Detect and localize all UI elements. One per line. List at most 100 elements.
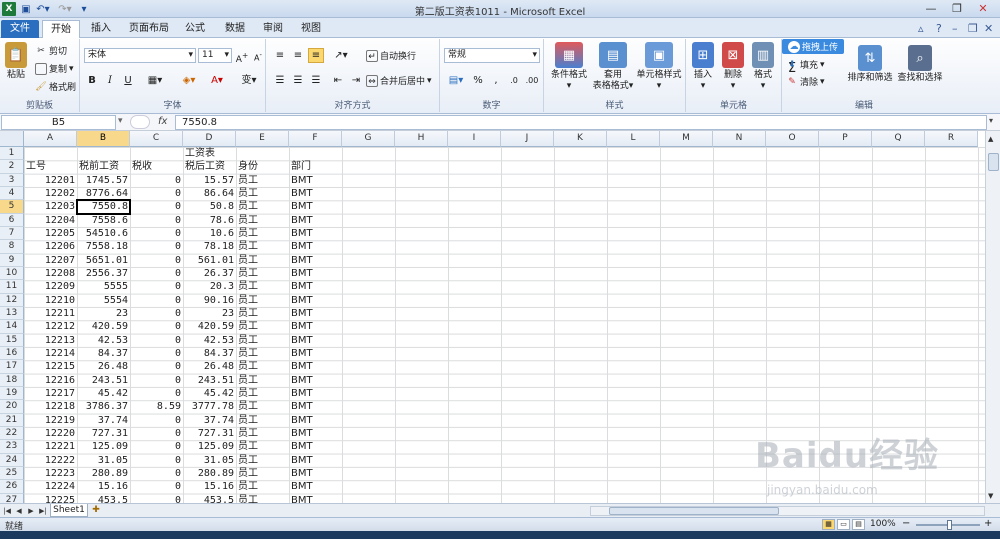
name-box[interactable]: B5 bbox=[1, 115, 116, 130]
column-header-m[interactable]: M bbox=[660, 131, 713, 147]
decrease-decimal-icon[interactable]: .00 bbox=[524, 73, 540, 88]
table-cell[interactable]: 37.74 bbox=[183, 414, 236, 427]
table-cell[interactable]: 561.01 bbox=[183, 254, 236, 267]
table-cell[interactable]: 0 bbox=[130, 307, 183, 320]
table-cell[interactable]: 23 bbox=[77, 307, 130, 320]
merge-center-button[interactable]: ⇔ 合并后居中 ▾ bbox=[366, 74, 432, 87]
tab-review[interactable]: 审阅 bbox=[256, 20, 290, 38]
percent-button[interactable]: % bbox=[470, 73, 486, 88]
normal-view-icon[interactable]: ▦ bbox=[822, 519, 835, 530]
table-cell[interactable]: 26.48 bbox=[77, 360, 130, 373]
sheet-tab-sheet1[interactable]: Sheet1 bbox=[50, 504, 88, 517]
table-cell[interactable]: 员工 bbox=[236, 240, 289, 253]
column-header-o[interactable]: O bbox=[766, 131, 819, 147]
table-cell[interactable]: BMT bbox=[289, 307, 342, 320]
table-cell[interactable]: 12202 bbox=[24, 187, 77, 200]
format-as-table-button[interactable]: ▤ 套用 表格格式▾ bbox=[592, 42, 634, 92]
row-header-23[interactable]: 23 bbox=[0, 440, 24, 454]
table-cell[interactable]: 42.53 bbox=[183, 334, 236, 347]
page-layout-view-icon[interactable]: ▭ bbox=[837, 519, 850, 530]
header-cell[interactable]: 部门 bbox=[289, 160, 342, 173]
font-color-icon[interactable]: A▾ bbox=[204, 73, 230, 88]
table-cell[interactable]: 12214 bbox=[24, 347, 77, 360]
table-cell[interactable]: BMT bbox=[289, 387, 342, 400]
row-header-11[interactable]: 11 bbox=[0, 280, 24, 294]
table-cell[interactable]: BMT bbox=[289, 347, 342, 360]
column-header-n[interactable]: N bbox=[713, 131, 766, 147]
table-cell[interactable]: 12213 bbox=[24, 334, 77, 347]
insert-function-button[interactable]: fx bbox=[158, 116, 167, 127]
zoom-slider-knob[interactable] bbox=[947, 520, 952, 530]
copy-button[interactable]: 复制 ▾ bbox=[35, 62, 74, 75]
tab-formulas[interactable]: 公式 bbox=[178, 20, 212, 38]
header-cell[interactable]: 工号 bbox=[24, 160, 77, 173]
table-cell[interactable]: BMT bbox=[289, 467, 342, 480]
table-cell[interactable]: 78.6 bbox=[183, 214, 236, 227]
table-cell[interactable]: 8776.64 bbox=[77, 187, 130, 200]
table-cell[interactable]: 员工 bbox=[236, 227, 289, 240]
table-cell[interactable]: 727.31 bbox=[183, 427, 236, 440]
table-cell[interactable]: 员工 bbox=[236, 467, 289, 480]
table-cell[interactable]: 125.09 bbox=[183, 440, 236, 453]
align-right-icon[interactable]: ☰ bbox=[308, 73, 324, 88]
table-cell[interactable]: 员工 bbox=[236, 387, 289, 400]
align-middle-icon[interactable]: ≡ bbox=[290, 48, 306, 63]
horizontal-scrollbar[interactable] bbox=[590, 506, 985, 516]
table-cell[interactable]: 12221 bbox=[24, 440, 77, 453]
horizontal-scroll-thumb[interactable] bbox=[609, 507, 779, 515]
format-painter-button[interactable]: 🖌 格式刷 bbox=[35, 80, 76, 94]
row-header-18[interactable]: 18 bbox=[0, 373, 24, 387]
table-cell[interactable]: BMT bbox=[289, 214, 342, 227]
font-size-select[interactable]: 11 ▾ bbox=[198, 48, 232, 63]
column-header-h[interactable]: H bbox=[395, 131, 448, 147]
column-header-k[interactable]: K bbox=[554, 131, 607, 147]
column-header-i[interactable]: I bbox=[448, 131, 501, 147]
vertical-scroll-thumb[interactable] bbox=[988, 153, 999, 171]
table-cell[interactable]: 0 bbox=[130, 387, 183, 400]
conditional-format-button[interactable]: ▦ 条件格式 ▾ bbox=[548, 42, 590, 92]
table-cell[interactable]: 420.59 bbox=[183, 320, 236, 333]
cell-d1-title[interactable]: 工资表 bbox=[183, 147, 236, 160]
table-cell[interactable]: 26.48 bbox=[183, 360, 236, 373]
align-left-icon[interactable]: ☰ bbox=[272, 73, 288, 88]
table-cell[interactable]: BMT bbox=[289, 174, 342, 187]
table-cell[interactable]: BMT bbox=[289, 294, 342, 307]
table-cell[interactable]: 0 bbox=[130, 200, 183, 213]
table-cell[interactable]: 员工 bbox=[236, 414, 289, 427]
table-cell[interactable]: 12224 bbox=[24, 480, 77, 493]
row-header-9[interactable]: 9 bbox=[0, 253, 24, 267]
row-header-16[interactable]: 16 bbox=[0, 346, 24, 361]
table-cell[interactable]: 12219 bbox=[24, 414, 77, 427]
column-header-d[interactable]: D bbox=[183, 131, 236, 147]
row-header-7[interactable]: 7 bbox=[0, 226, 24, 241]
table-cell[interactable]: 243.51 bbox=[183, 374, 236, 387]
header-cell[interactable]: 税后工资 bbox=[183, 160, 236, 173]
row-header-19[interactable]: 19 bbox=[0, 386, 24, 401]
table-cell[interactable]: 0 bbox=[130, 334, 183, 347]
table-cell[interactable]: 员工 bbox=[236, 187, 289, 200]
italic-button[interactable]: I bbox=[102, 73, 118, 88]
header-cell[interactable]: 身份 bbox=[236, 160, 289, 173]
table-cell[interactable]: 员工 bbox=[236, 440, 289, 453]
row-header-24[interactable]: 24 bbox=[0, 453, 24, 467]
table-cell[interactable]: 12220 bbox=[24, 427, 77, 440]
row-header-14[interactable]: 14 bbox=[0, 320, 24, 334]
table-cell[interactable]: 2556.37 bbox=[77, 267, 130, 280]
table-cell[interactable]: BMT bbox=[289, 267, 342, 280]
table-cell[interactable]: 12206 bbox=[24, 240, 77, 253]
row-header-20[interactable]: 20 bbox=[0, 400, 24, 414]
grow-font-icon[interactable]: A+ bbox=[234, 48, 250, 65]
align-top-icon[interactable]: ≡ bbox=[272, 48, 288, 63]
zoom-out-button[interactable]: − bbox=[902, 518, 910, 529]
tab-page-layout[interactable]: 页面布局 bbox=[124, 20, 174, 38]
table-cell[interactable]: 12207 bbox=[24, 254, 77, 267]
tab-insert[interactable]: 插入 bbox=[84, 20, 118, 38]
table-cell[interactable]: 7558.6 bbox=[77, 214, 130, 227]
doc-restore-icon[interactable]: ❐ bbox=[968, 22, 978, 35]
table-cell[interactable]: 员工 bbox=[236, 214, 289, 227]
table-cell[interactable]: 84.37 bbox=[183, 347, 236, 360]
table-cell[interactable]: 453.5 bbox=[183, 494, 236, 503]
increase-decimal-icon[interactable]: .0 bbox=[506, 73, 522, 88]
table-cell[interactable]: BMT bbox=[289, 227, 342, 240]
table-cell[interactable]: 0 bbox=[130, 214, 183, 227]
